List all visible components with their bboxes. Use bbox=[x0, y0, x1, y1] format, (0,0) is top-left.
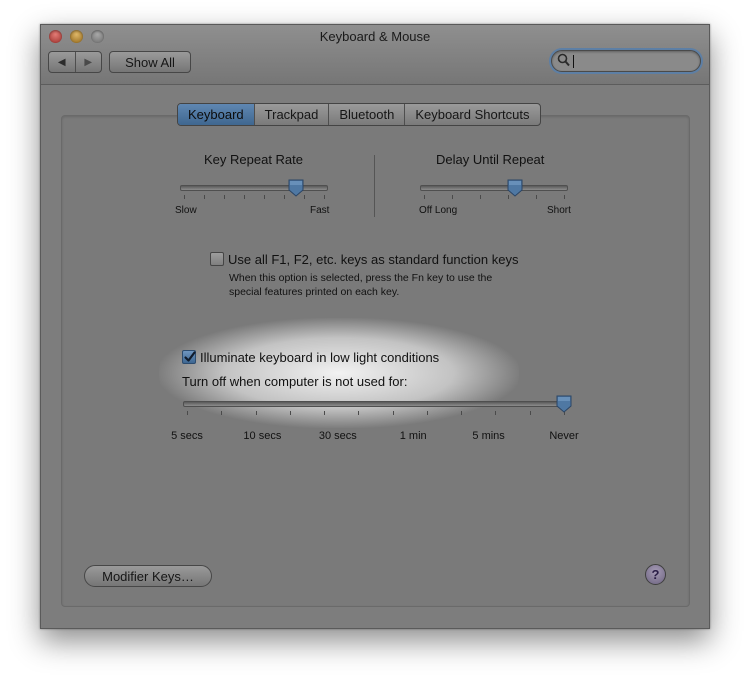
illuminate-checkbox[interactable] bbox=[182, 350, 196, 364]
slider-tick bbox=[480, 195, 481, 199]
slider-tick bbox=[564, 195, 565, 199]
preferences-window: Keyboard & Mouse ◀ ▶ Show All Keyboard T… bbox=[40, 24, 710, 629]
fn-keys-help-line1: When this option is selected, press the … bbox=[229, 272, 493, 284]
slider-track[interactable] bbox=[180, 185, 328, 191]
slider-tick bbox=[530, 411, 531, 415]
fn-keys-label: Use all F1, F2, etc. keys as standard fu… bbox=[228, 252, 519, 267]
slider-track[interactable] bbox=[183, 401, 568, 407]
search-icon bbox=[557, 53, 570, 72]
slider-tick bbox=[358, 411, 359, 415]
turn-off-label: Turn off when computer is not used for: bbox=[182, 374, 408, 389]
timeout-label: 30 secs bbox=[318, 430, 357, 442]
search-field[interactable] bbox=[551, 50, 701, 72]
tab-trackpad[interactable]: Trackpad bbox=[253, 104, 329, 125]
slider-tick bbox=[184, 195, 185, 199]
key-repeat-slider[interactable] bbox=[180, 179, 328, 207]
slider-tick bbox=[187, 411, 188, 415]
slider-tick bbox=[284, 195, 285, 199]
modifier-keys-button[interactable]: Modifier Keys… bbox=[84, 565, 212, 587]
timeout-label: 1 min bbox=[399, 430, 427, 442]
delay-repeat-title: Delay Until Repeat bbox=[436, 152, 545, 167]
text-cursor bbox=[573, 55, 574, 68]
timeout-label: 5 secs bbox=[171, 430, 203, 442]
key-repeat-title: Key Repeat Rate bbox=[204, 152, 304, 167]
delay-repeat-max-label: Short bbox=[547, 205, 571, 216]
search-input[interactable] bbox=[576, 53, 694, 69]
slider-tick bbox=[424, 195, 425, 199]
slider-tick bbox=[427, 411, 428, 415]
illumination-timeout-slider[interactable] bbox=[183, 395, 572, 425]
slider-tick bbox=[204, 195, 205, 199]
slider-tick bbox=[290, 411, 291, 415]
slider-tick bbox=[304, 195, 305, 199]
slider-tick bbox=[461, 411, 462, 415]
slider-tick bbox=[324, 195, 325, 199]
slider-tick bbox=[264, 195, 265, 199]
slider-tick bbox=[244, 195, 245, 199]
slider-tick bbox=[393, 411, 394, 415]
tab-bluetooth[interactable]: Bluetooth bbox=[328, 104, 404, 125]
fn-keys-help-line2: special features printed on each key. bbox=[229, 286, 400, 298]
slider-tick bbox=[495, 411, 496, 415]
delay-repeat-slider[interactable] bbox=[420, 179, 568, 207]
illuminate-label: Illuminate keyboard in low light conditi… bbox=[200, 350, 440, 365]
forward-button[interactable]: ▶ bbox=[74, 52, 102, 72]
slider-tick bbox=[452, 195, 453, 199]
key-repeat-min-label: Slow bbox=[175, 205, 197, 216]
tab-keyboard-shortcuts[interactable]: Keyboard Shortcuts bbox=[404, 104, 539, 125]
slider-track[interactable] bbox=[420, 185, 568, 191]
slider-tick bbox=[324, 411, 325, 415]
show-all-button[interactable]: Show All bbox=[109, 51, 191, 73]
window-title: Keyboard & Mouse bbox=[319, 29, 431, 44]
nav-buttons: ◀ ▶ bbox=[48, 51, 102, 73]
timeout-label: 5 mins bbox=[472, 430, 505, 442]
slider-tick bbox=[221, 411, 222, 415]
key-repeat-max-label: Fast bbox=[310, 205, 330, 216]
timeout-label: 10 secs bbox=[243, 430, 282, 442]
slider-tick bbox=[224, 195, 225, 199]
tab-keyboard[interactable]: Keyboard bbox=[178, 104, 254, 125]
help-button[interactable]: ? bbox=[645, 564, 666, 585]
slider-tick bbox=[536, 195, 537, 199]
title-bar: Keyboard & Mouse ◀ ▶ Show All bbox=[41, 25, 709, 85]
slider-tick bbox=[256, 411, 257, 415]
section-divider bbox=[374, 155, 375, 217]
back-button[interactable]: ◀ bbox=[49, 52, 75, 72]
delay-repeat-min-label: Off Long bbox=[419, 205, 458, 216]
tab-bar: Keyboard Trackpad Bluetooth Keyboard Sho… bbox=[177, 103, 541, 126]
timeout-label: Never bbox=[549, 430, 579, 442]
fn-keys-checkbox[interactable] bbox=[210, 252, 224, 266]
checkmark-icon bbox=[184, 351, 196, 362]
